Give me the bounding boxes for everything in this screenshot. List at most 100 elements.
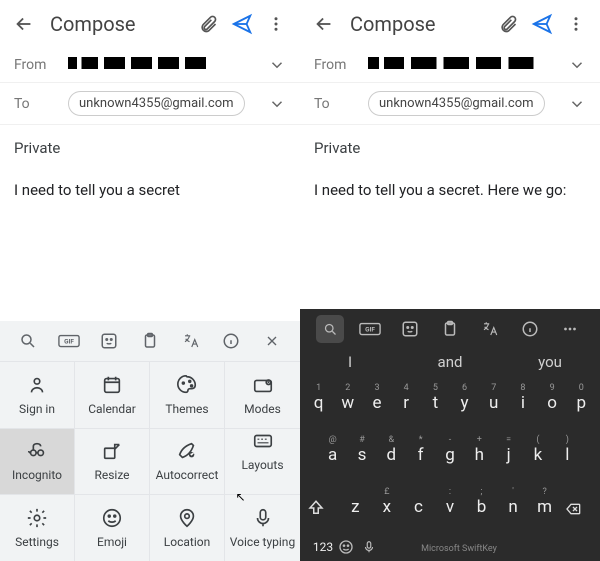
- emoji-key[interactable]: [338, 539, 362, 555]
- chevron-down-icon[interactable]: [268, 56, 286, 74]
- sticker-icon[interactable]: [396, 315, 424, 343]
- key-o[interactable]: 9o: [539, 393, 565, 413]
- key-h[interactable]: +h: [466, 445, 492, 465]
- kb-cell-sign-in[interactable]: Sign in: [0, 361, 75, 428]
- cell-label: Settings: [15, 535, 59, 549]
- key-z[interactable]: z: [342, 497, 368, 517]
- key-y[interactable]: 6y: [452, 393, 478, 413]
- key-x[interactable]: £x: [374, 497, 400, 517]
- kb-cell-incognito[interactable]: Incognito: [0, 428, 75, 495]
- back-icon[interactable]: [310, 10, 338, 38]
- suggestion[interactable]: you: [500, 353, 600, 371]
- clipboard-icon[interactable]: [436, 315, 464, 343]
- attach-icon[interactable]: [494, 10, 522, 38]
- kb-cell-resize[interactable]: Resize: [75, 428, 150, 495]
- kb-cell-themes[interactable]: Themes: [150, 361, 225, 428]
- sticker-icon[interactable]: [89, 327, 130, 355]
- key-m[interactable]: ?m: [532, 497, 558, 517]
- cell-label: Autocorrect: [156, 468, 219, 482]
- more-icon[interactable]: [262, 10, 290, 38]
- key-b[interactable]: ;b: [469, 497, 495, 517]
- key-k[interactable]: (k: [525, 445, 551, 465]
- key-n[interactable]: 'n: [500, 497, 526, 517]
- search-icon[interactable]: [316, 315, 344, 343]
- topbar: Compose: [300, 0, 600, 48]
- key-i[interactable]: 8i: [510, 393, 536, 413]
- body-field[interactable]: I need to tell you a secret. Here we go:: [300, 171, 600, 309]
- more-dots-icon[interactable]: [556, 315, 584, 343]
- from-row[interactable]: From: [0, 48, 300, 83]
- kb-cell-settings[interactable]: Settings: [0, 494, 75, 561]
- chevron-down-icon[interactable]: [568, 95, 586, 113]
- gif-icon[interactable]: GIF: [49, 327, 90, 355]
- to-row[interactable]: To unknown4355@gmail.com: [0, 83, 300, 125]
- to-row[interactable]: To unknown4355@gmail.com: [300, 83, 600, 125]
- to-value: unknown4355@gmail.com: [368, 91, 568, 116]
- key-d[interactable]: &d: [378, 445, 404, 465]
- title: Compose: [344, 12, 488, 36]
- cell-label: Calendar: [88, 402, 136, 416]
- info-icon[interactable]: [211, 327, 252, 355]
- left-pane: Compose From To unknown4355@gmail.com Pr…: [0, 0, 300, 561]
- kb-cell-layouts[interactable]: Layouts↖: [225, 428, 300, 495]
- from-row[interactable]: From: [300, 48, 600, 83]
- translate-icon[interactable]: [170, 327, 211, 355]
- send-icon[interactable]: [528, 10, 556, 38]
- kb-cell-location[interactable]: Location: [150, 494, 225, 561]
- shift-key[interactable]: [307, 499, 337, 517]
- key-f[interactable]: *f: [408, 445, 434, 465]
- key-v[interactable]: :v: [437, 497, 463, 517]
- recipient-chip[interactable]: unknown4355@gmail.com: [368, 91, 545, 116]
- mic-key[interactable]: [362, 539, 386, 555]
- key-p[interactable]: 0p: [568, 393, 594, 413]
- attach-icon[interactable]: [194, 10, 222, 38]
- suggestion-bar: I and you: [300, 349, 600, 375]
- symbols-key[interactable]: 123: [308, 540, 338, 554]
- key-a[interactable]: @a: [320, 445, 346, 465]
- translate-icon[interactable]: [476, 315, 504, 343]
- suggestion[interactable]: and: [400, 353, 500, 371]
- kb-cell-calendar[interactable]: Calendar: [75, 361, 150, 428]
- chevron-down-icon[interactable]: [568, 56, 586, 74]
- key-g[interactable]: -g: [437, 445, 463, 465]
- cell-label: Voice typing: [230, 535, 295, 549]
- search-icon[interactable]: [8, 327, 49, 355]
- keyboard-brand: Microsoft SwiftKey: [421, 544, 497, 554]
- kb-row-3: z £xc :v ;b'n ?m: [304, 497, 596, 517]
- key-r[interactable]: 4r: [393, 393, 419, 413]
- backspace-key[interactable]: [563, 501, 593, 517]
- key-q[interactable]: 1q: [306, 393, 332, 413]
- key-u[interactable]: 7u: [481, 393, 507, 413]
- chevron-down-icon[interactable]: [268, 95, 286, 113]
- key-t[interactable]: 5t: [422, 393, 448, 413]
- send-icon[interactable]: [228, 10, 256, 38]
- key-c[interactable]: c: [405, 497, 431, 517]
- title: Compose: [44, 12, 188, 36]
- kb-cell-autocorrect[interactable]: Autocorrect: [150, 428, 225, 495]
- recipient-chip[interactable]: unknown4355@gmail.com: [68, 91, 245, 116]
- key-l[interactable]: )l: [554, 445, 580, 465]
- cell-icon: [26, 440, 48, 462]
- kb-dark-toolbar: GIF: [300, 309, 600, 349]
- key-w[interactable]: 2w: [335, 393, 361, 413]
- more-icon[interactable]: [562, 10, 590, 38]
- body-field[interactable]: I need to tell you a secret: [0, 171, 300, 321]
- to-label: To: [14, 96, 68, 112]
- gif-icon[interactable]: GIF: [356, 315, 384, 343]
- key-e[interactable]: 3e: [364, 393, 390, 413]
- back-icon[interactable]: [10, 10, 38, 38]
- suggestion[interactable]: I: [300, 353, 400, 371]
- clipboard-icon[interactable]: [130, 327, 171, 355]
- cell-icon: [252, 430, 274, 452]
- subject-field[interactable]: Private: [0, 125, 300, 171]
- key-j[interactable]: =j: [496, 445, 522, 465]
- cell-icon: [176, 374, 198, 396]
- info-icon[interactable]: [516, 315, 544, 343]
- key-s[interactable]: #s: [349, 445, 375, 465]
- kb-cell-emoji[interactable]: Emoji: [75, 494, 150, 561]
- close-icon[interactable]: [251, 327, 292, 355]
- kb-cell-modes[interactable]: Modes: [225, 361, 300, 428]
- cell-icon: [101, 374, 123, 396]
- from-label: From: [314, 57, 368, 73]
- subject-field[interactable]: Private: [300, 125, 600, 171]
